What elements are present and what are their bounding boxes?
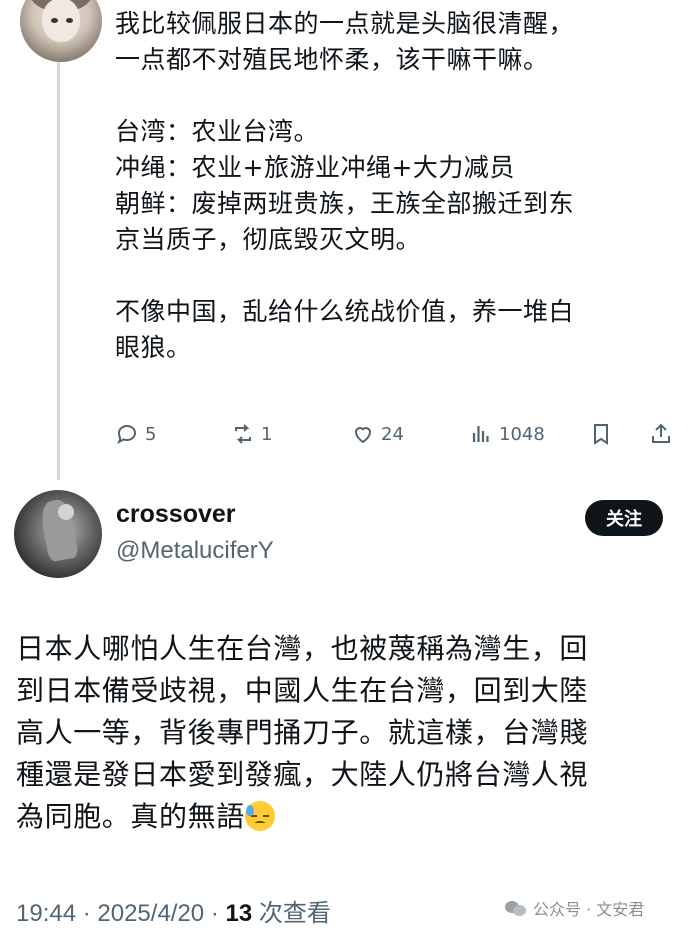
avatar[interactable] (14, 490, 102, 578)
post-text-line: 高人一等，背後專門捅刀子。就這樣，台灣賤 (16, 716, 589, 749)
bookmark-button[interactable] (589, 422, 613, 446)
reply-icon (117, 424, 137, 445)
downcast-sweat-emoji-icon (244, 801, 275, 831)
post-text-line-last: 為同胞。真的無語 (16, 796, 676, 838)
post-meta: 19:44 · 2025/4/20 · 13 次查看 (16, 893, 331, 928)
view-count-label: 次查看 (252, 900, 331, 927)
analytics-icon (472, 426, 489, 442)
reply-button[interactable]: 5 (115, 422, 156, 446)
avatar-face (42, 0, 80, 42)
post-text-line: 到日本備受歧視，中國人生在台灣，回到大陸 (16, 674, 589, 707)
post-text-line: 種還是發日本愛到發瘋，大陸人仍將台灣人視 (16, 758, 589, 791)
view-count: 13 (225, 900, 253, 927)
views-button[interactable]: 1048 (469, 422, 545, 446)
wechat-icon (505, 899, 527, 917)
avatar-eye (66, 18, 73, 23)
post-text-line: 冲绳：农业+旅游业冲绳+大力减员 (115, 153, 515, 182)
user-handle[interactable]: @MetaluciferY (116, 537, 274, 565)
avatar-figure-head (58, 504, 74, 520)
repost-count: 1 (261, 423, 273, 445)
post-text-line: 一点都不对殖民地怀柔，该干嘛干嘛。 (115, 45, 549, 74)
follow-button[interactable]: 关注 (585, 500, 663, 536)
like-button[interactable]: 24 (351, 422, 404, 446)
avatar-eye (51, 18, 58, 23)
views-count: 1048 (499, 423, 545, 445)
timestamp[interactable]: 19:44 · 2025/4/20 · (16, 900, 225, 927)
post-text-line: 京当质子，彻底毁灭文明。 (115, 225, 422, 254)
watermark-text: 公众号 · 文安君 (533, 900, 645, 919)
post-text-line: 日本人哪怕人生在台灣，也被蔑稱為灣生，回 (16, 632, 589, 665)
display-name[interactable]: crossover (116, 500, 236, 529)
avatar[interactable] (20, 0, 102, 62)
repost-icon (235, 424, 251, 444)
post-actions-bar: 5 1 24 1048 (115, 422, 675, 452)
post-text-line: 不像中国，乱给什么统战价值，养一堆白 (115, 297, 575, 326)
watermark: 公众号 · 文安君 (505, 896, 644, 920)
post-text-line: 我比较佩服日本的一点就是头脑很清醒， (115, 9, 575, 38)
reply-count: 5 (145, 423, 157, 445)
bookmark-icon (594, 424, 608, 445)
post-text-line: 台湾：农业台湾。 (115, 117, 320, 146)
heart-icon (354, 427, 372, 444)
post-body: 我比较佩服日本的一点就是头脑很清醒， 一点都不对殖民地怀柔，该干嘛干嘛。 台湾：… (115, 6, 675, 366)
post-text-line: 朝鲜：废掉两班贵族，王族全部搬迁到东 (115, 189, 575, 218)
share-icon (652, 423, 670, 443)
post-text-line: 眼狼。 (115, 333, 192, 362)
repost-button[interactable]: 1 (231, 422, 272, 446)
thread-connector-line (57, 60, 60, 480)
post-text-segment: 為同胞。真的無語 (16, 800, 245, 833)
share-button[interactable] (649, 422, 673, 446)
post-body: 日本人哪怕人生在台灣，也被蔑稱為灣生，回 到日本備受歧視，中國人生在台灣，回到大… (16, 628, 676, 838)
like-count: 24 (381, 423, 404, 445)
